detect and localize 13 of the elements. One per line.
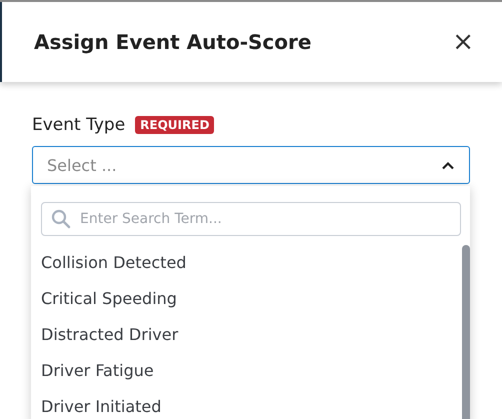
dropdown-option[interactable]: Collision Detected: [41, 245, 186, 281]
close-button[interactable]: ×: [452, 29, 474, 55]
search-field[interactable]: Enter Search Term...: [41, 202, 461, 236]
dropdown-option[interactable]: Driver Initiated: [41, 389, 186, 419]
dialog-title: Assign Event Auto-Score: [34, 30, 312, 54]
scrollbar[interactable]: [462, 245, 470, 419]
dropdown-option[interactable]: Driver Fatigue: [41, 353, 186, 389]
dropdown-option[interactable]: Distracted Driver: [41, 317, 186, 353]
field-label: Event Type: [32, 115, 126, 135]
chevron-icon: [441, 160, 455, 170]
dropdown-option[interactable]: Critical Speeding: [41, 281, 186, 317]
select-field[interactable]: Select ...: [32, 146, 470, 184]
required-badge: REQUIRED: [135, 116, 214, 134]
